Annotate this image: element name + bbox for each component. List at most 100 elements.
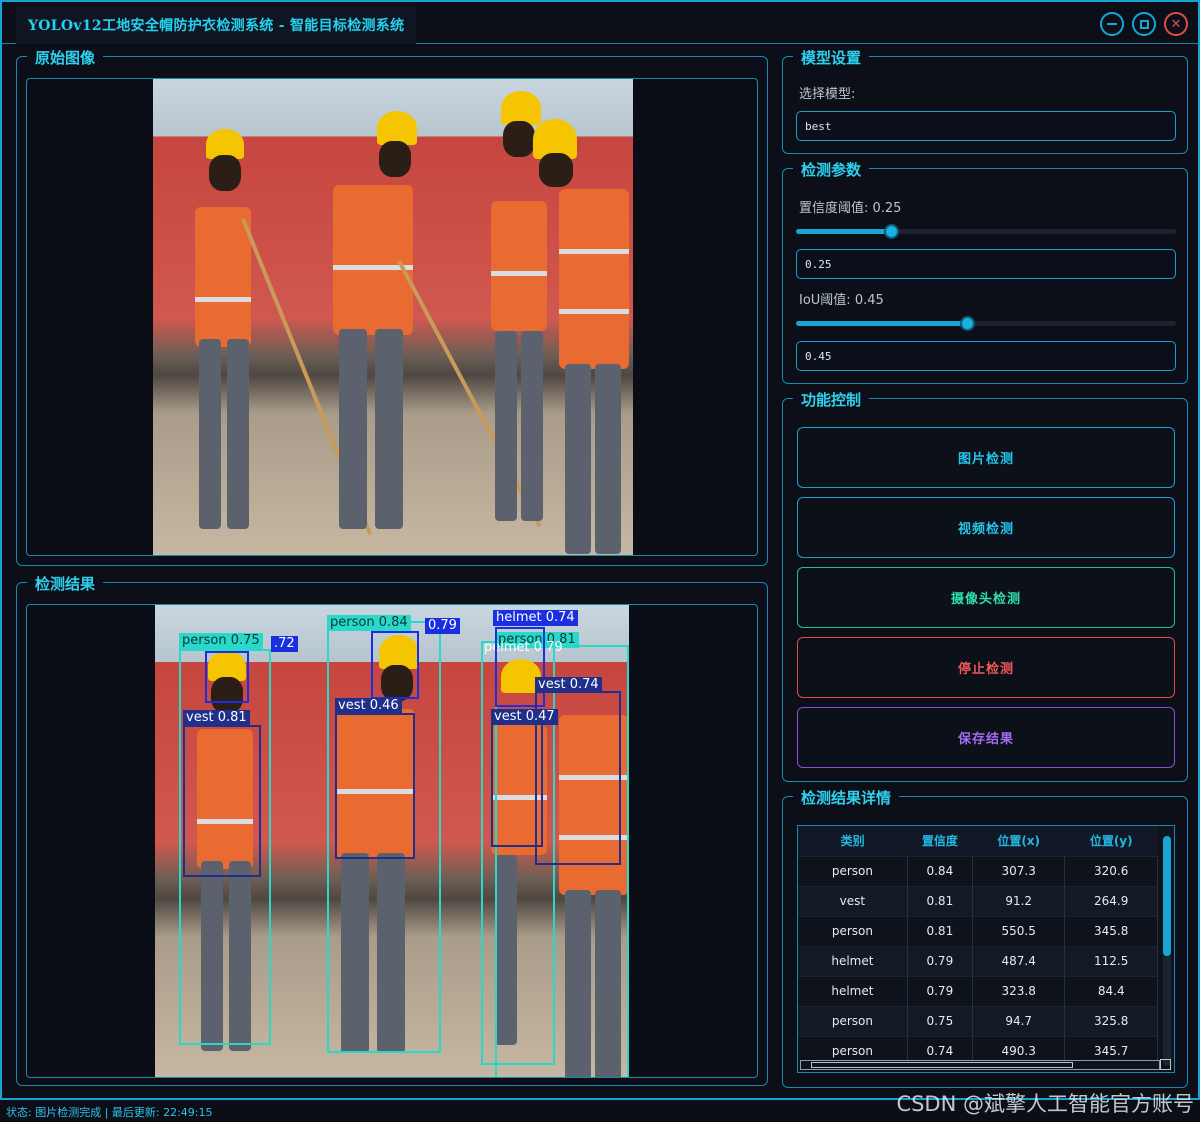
function-control-title: 功能控制 — [793, 389, 870, 410]
window-controls: ✕ — [1100, 12, 1188, 36]
cell-class: person — [798, 915, 908, 946]
result-details-group: 检测结果详情 类别 置信度 位置(x) 位置(y) person 0.84 307.… — [782, 787, 1188, 1088]
minimize-button[interactable] — [1100, 12, 1124, 36]
detection-label: .72 — [271, 636, 298, 652]
leg-shape — [565, 364, 591, 554]
detection-label: helmet 0.74 — [493, 610, 578, 626]
cell-x: 487.4 — [972, 945, 1066, 976]
model-settings-title: 模型设置 — [793, 47, 870, 68]
head-shape — [539, 153, 573, 187]
cell-class: person — [798, 1005, 908, 1036]
leg-shape — [375, 329, 403, 529]
detection-label: person 0.75 — [179, 633, 263, 649]
horizontal-scrollbar[interactable] — [800, 1060, 1160, 1070]
leg-shape — [339, 329, 367, 529]
column-header-x[interactable]: 位置(x) — [972, 826, 1065, 856]
result-image-frame: person 0.75 .72 vest 0.81 person 0.84 0.… — [26, 604, 758, 1078]
column-header-y[interactable]: 位置(y) — [1064, 826, 1158, 856]
confidence-slider-fill — [796, 229, 891, 234]
worker-figure — [331, 111, 542, 551]
cell-confidence: 0.79 — [907, 975, 973, 1006]
camera-detect-button[interactable]: 摄像头检测 — [797, 567, 1175, 628]
function-control-group: 功能控制 图片检测 视频检测 摄像头检测 停止检测 保存结果 — [782, 389, 1188, 782]
cell-y: 325.8 — [1064, 1005, 1158, 1036]
video-detect-button[interactable]: 视频检测 — [797, 497, 1175, 558]
detection-box-helmet — [205, 651, 249, 703]
cell-y: 264.9 — [1064, 885, 1158, 916]
detection-box-vest — [491, 723, 543, 847]
detection-box-vest — [335, 713, 415, 859]
close-icon: ✕ — [1170, 16, 1182, 32]
cell-x: 323.8 — [972, 975, 1066, 1006]
detection-box-helmet — [371, 631, 419, 699]
title-tab: YOLOv12工地安全帽防护衣检测系统 - 智能目标检测系统 — [16, 6, 417, 44]
minimize-icon — [1107, 23, 1117, 25]
helmet-shape — [377, 111, 417, 145]
cell-class: vest — [798, 885, 908, 916]
iou-input[interactable]: 0.45 — [796, 341, 1176, 371]
detection-result-title: 检测结果 — [27, 573, 104, 594]
image-detect-button[interactable]: 图片检测 — [797, 427, 1175, 488]
save-result-button[interactable]: 保存结果 — [797, 707, 1175, 768]
cell-class: person — [798, 855, 908, 886]
app-window: YOLOv12工地安全帽防护衣检测系统 - 智能目标检测系统 ✕ 原始图像 检测… — [0, 0, 1200, 1100]
cell-class: helmet — [798, 945, 908, 976]
result-table: 类别 置信度 位置(x) 位置(y) person 0.84 307.3 320.6 … — [798, 826, 1158, 1066]
leg-shape — [227, 339, 249, 529]
vertical-scrollbar-thumb[interactable] — [1163, 836, 1171, 956]
worker-figure — [181, 129, 373, 549]
original-image-title: 原始图像 — [27, 47, 104, 68]
column-header-confidence[interactable]: 置信度 — [907, 826, 973, 856]
detection-label: person 0.84 — [327, 615, 411, 631]
confidence-input[interactable]: 0.25 — [796, 249, 1176, 279]
table-row[interactable]: helmet 0.79 323.8 84.4 — [798, 975, 1158, 1006]
horizontal-scrollbar-thumb[interactable] — [811, 1062, 1073, 1068]
iou-slider[interactable] — [796, 316, 1176, 331]
detection-label: vest 0.74 — [535, 677, 602, 693]
detection-params-title: 检测参数 — [793, 159, 870, 180]
leg-shape — [495, 331, 517, 521]
table-row[interactable]: person 0.75 94.7 325.8 — [798, 1005, 1158, 1036]
close-button[interactable]: ✕ — [1164, 12, 1188, 36]
table-row[interactable]: vest 0.81 91.2 264.9 — [798, 885, 1158, 916]
cell-x: 91.2 — [972, 885, 1066, 916]
iou-label: IoU阈值: 0.45 — [799, 293, 884, 308]
table-row[interactable]: person 0.81 550.5 345.8 — [798, 915, 1158, 946]
original-image-group: 原始图像 — [16, 47, 768, 566]
cell-y: 112.5 — [1064, 945, 1158, 976]
detection-label: vest 0.47 — [491, 709, 558, 725]
model-settings-group: 模型设置 选择模型: best — [782, 47, 1188, 154]
title-bar: YOLOv12工地安全帽防护衣检测系统 - 智能目标检测系统 ✕ — [2, 2, 1198, 44]
maximize-button[interactable] — [1132, 12, 1156, 36]
table-row[interactable]: helmet 0.79 487.4 112.5 — [798, 945, 1158, 976]
cell-y: 84.4 — [1064, 975, 1158, 1006]
cell-class: helmet — [798, 975, 908, 1006]
stop-detect-button[interactable]: 停止检测 — [797, 637, 1175, 698]
cell-confidence: 0.84 — [907, 855, 973, 886]
cell-y: 345.8 — [1064, 915, 1158, 946]
column-header-class[interactable]: 类别 — [798, 826, 908, 856]
detection-label: vest 0.46 — [335, 698, 402, 714]
detection-label: 0.79 — [425, 618, 460, 634]
confidence-slider[interactable] — [796, 224, 1176, 239]
table-row[interactable]: person 0.84 307.3 320.6 — [798, 855, 1158, 886]
leg-shape — [199, 339, 221, 529]
leg-shape — [595, 364, 621, 554]
detection-box-vest — [183, 725, 261, 877]
detection-params-group: 检测参数 置信度阈值: 0.25 0.25 IoU阈值: 0.45 0.45 — [782, 159, 1188, 384]
model-select[interactable]: best — [796, 111, 1176, 141]
result-details-title: 检测结果详情 — [793, 787, 900, 808]
maximize-icon — [1139, 19, 1149, 29]
confidence-label: 置信度阈值: 0.25 — [799, 201, 902, 216]
original-photo — [153, 79, 633, 555]
confidence-slider-handle[interactable] — [884, 224, 899, 239]
vertical-scrollbar[interactable] — [1163, 836, 1171, 1066]
head-shape — [379, 141, 411, 177]
cell-confidence: 0.75 — [907, 1005, 973, 1036]
vest-shape — [195, 207, 251, 347]
table-header-row: 类别 置信度 位置(x) 位置(y) — [798, 826, 1158, 856]
iou-slider-handle[interactable] — [960, 316, 975, 331]
cell-confidence: 0.81 — [907, 885, 973, 916]
watermark: CSDN @斌擎人工智能官方账号 — [896, 1092, 1194, 1116]
cell-y: 320.6 — [1064, 855, 1158, 886]
